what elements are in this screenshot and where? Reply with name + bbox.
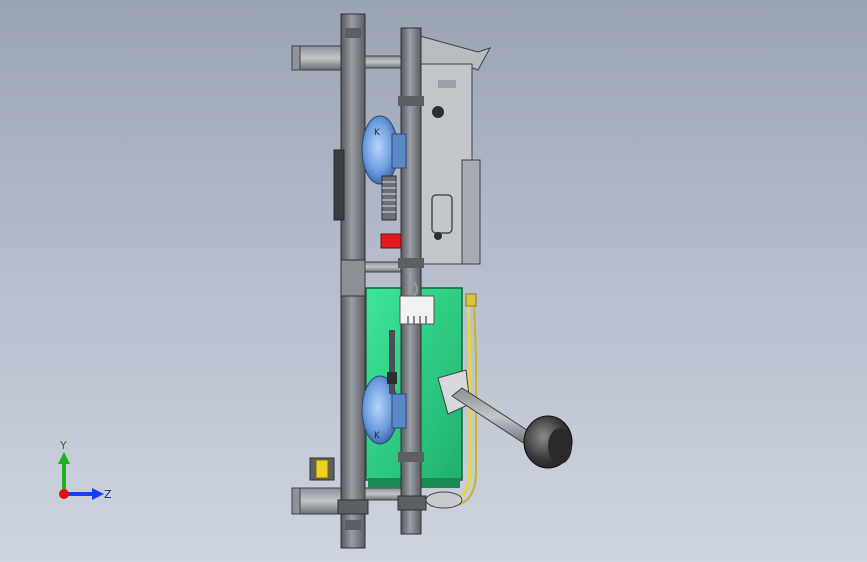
x-axis-dot — [59, 489, 69, 499]
axis-triad: Y Z — [58, 439, 112, 501]
right-main-plate — [398, 27, 424, 535]
y-axis-label: Y — [59, 439, 67, 452]
yellow-terminal — [309, 457, 335, 481]
z-arrow-head — [92, 488, 104, 500]
spring-assembly — [381, 175, 397, 221]
cad-viewport[interactable]: K K Y Z — [0, 0, 867, 562]
assembly-side-view[interactable]: K K — [0, 0, 867, 562]
top-mount-bracket — [291, 45, 345, 71]
wire-clip — [465, 293, 477, 307]
left-main-plate — [333, 13, 366, 549]
red-component — [380, 233, 402, 249]
y-arrow-head — [58, 452, 70, 464]
bottom-mount-bracket — [291, 487, 345, 515]
upper-motor: K — [361, 115, 407, 185]
control-housing — [419, 35, 492, 265]
z-axis-label: Z — [104, 488, 112, 501]
